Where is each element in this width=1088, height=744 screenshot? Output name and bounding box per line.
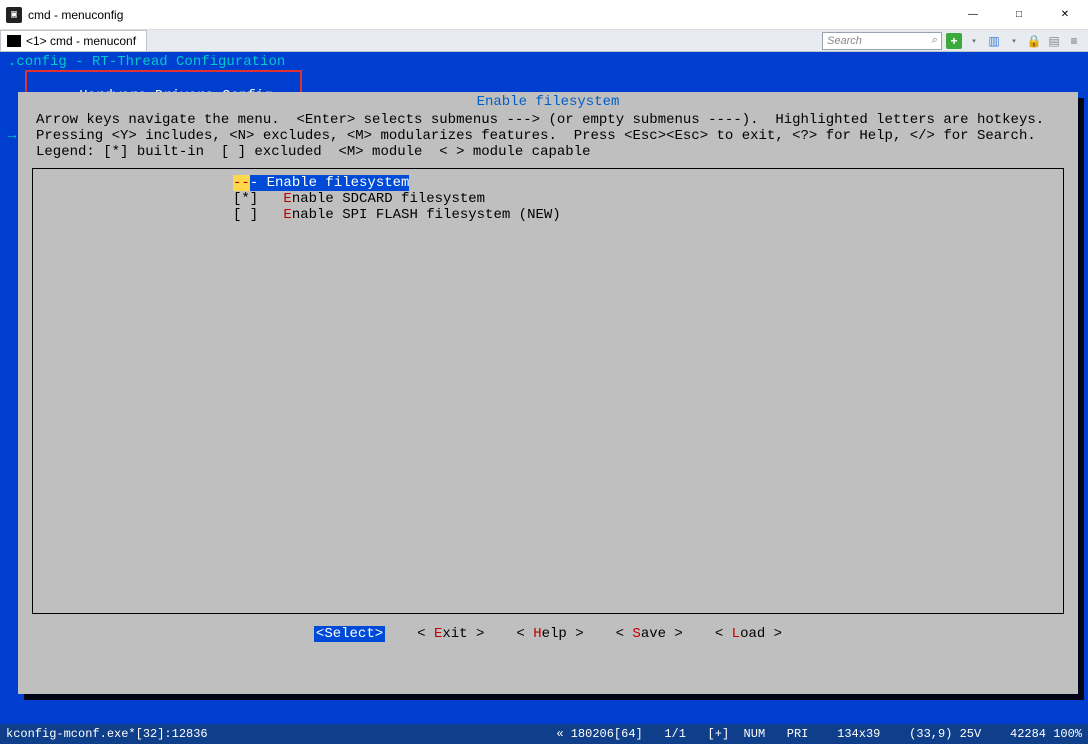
close-button[interactable]: ✕ xyxy=(1042,0,1088,30)
search-input[interactable]: Search ⌕ xyxy=(822,32,942,50)
menu-item-enable-filesystem[interactable]: --- Enable filesystem xyxy=(33,175,1063,191)
maximize-button[interactable]: □ xyxy=(996,0,1042,30)
status-process: kconfig-mconf.exe*[32]:12836 xyxy=(6,727,208,741)
status-info: « 180206[64] 1/1 [+] NUM PRI 134x39 (33,… xyxy=(556,727,1082,741)
window-controls: — □ ✕ xyxy=(950,0,1088,30)
status-bar: kconfig-mconf.exe*[32]:12836 « 180206[64… xyxy=(0,724,1088,744)
help-text: Arrow keys navigate the menu. <Enter> se… xyxy=(36,112,1060,160)
terminal-area: .config - RT-Thread Configuration → Hard… xyxy=(0,52,1088,724)
save-button[interactable]: < Save > xyxy=(616,626,683,642)
tab-toolbar: Search ⌕ + ▾ ▥ ▾ 🔒 ▤ ≡ xyxy=(816,30,1088,51)
minimize-button[interactable]: — xyxy=(950,0,996,30)
new-tab-dropdown-icon[interactable]: ▾ xyxy=(966,33,982,49)
menu-icon[interactable]: ≡ xyxy=(1066,33,1082,49)
app-icon: ▣ xyxy=(6,7,22,23)
load-button[interactable]: < Load > xyxy=(715,626,782,642)
list-icon[interactable]: ▤ xyxy=(1046,33,1062,49)
help-button[interactable]: < Help > xyxy=(516,626,583,642)
tab-label: <1> cmd - menuconf xyxy=(26,34,136,48)
config-header: .config - RT-Thread Configuration xyxy=(0,52,1088,70)
select-button[interactable]: <Select> xyxy=(314,626,385,642)
window-titlebar: ▣ cmd - menuconfig — □ ✕ xyxy=(0,0,1088,30)
windows-dropdown-icon[interactable]: ▾ xyxy=(1006,33,1022,49)
menu-item-enable-sdcard[interactable]: [*] Enable SDCARD filesystem xyxy=(33,191,1063,207)
search-placeholder: Search xyxy=(827,35,862,47)
new-tab-button[interactable]: + xyxy=(946,33,962,49)
button-row: <Select> < Exit > < Help > < Save > < Lo… xyxy=(28,626,1068,642)
tab-bar: <1> cmd - menuconf Search ⌕ + ▾ ▥ ▾ 🔒 ▤ … xyxy=(0,30,1088,52)
terminal-icon xyxy=(7,35,21,47)
tab-cmd[interactable]: <1> cmd - menuconf xyxy=(0,30,147,51)
exit-button[interactable]: < Exit > xyxy=(417,626,484,642)
lock-icon[interactable]: 🔒 xyxy=(1026,33,1042,49)
windows-icon[interactable]: ▥ xyxy=(986,33,1002,49)
panel-title: Enable filesystem xyxy=(28,94,1068,110)
menuconfig-panel: Enable filesystem Arrow keys navigate th… xyxy=(18,92,1078,694)
menu-item-enable-spi-flash[interactable]: [ ] Enable SPI FLASH filesystem (NEW) xyxy=(33,207,1063,223)
window-title: cmd - menuconfig xyxy=(28,8,123,22)
menu-list: --- Enable filesystem [*] Enable SDCARD … xyxy=(32,168,1064,614)
search-icon: ⌕ xyxy=(931,34,937,47)
